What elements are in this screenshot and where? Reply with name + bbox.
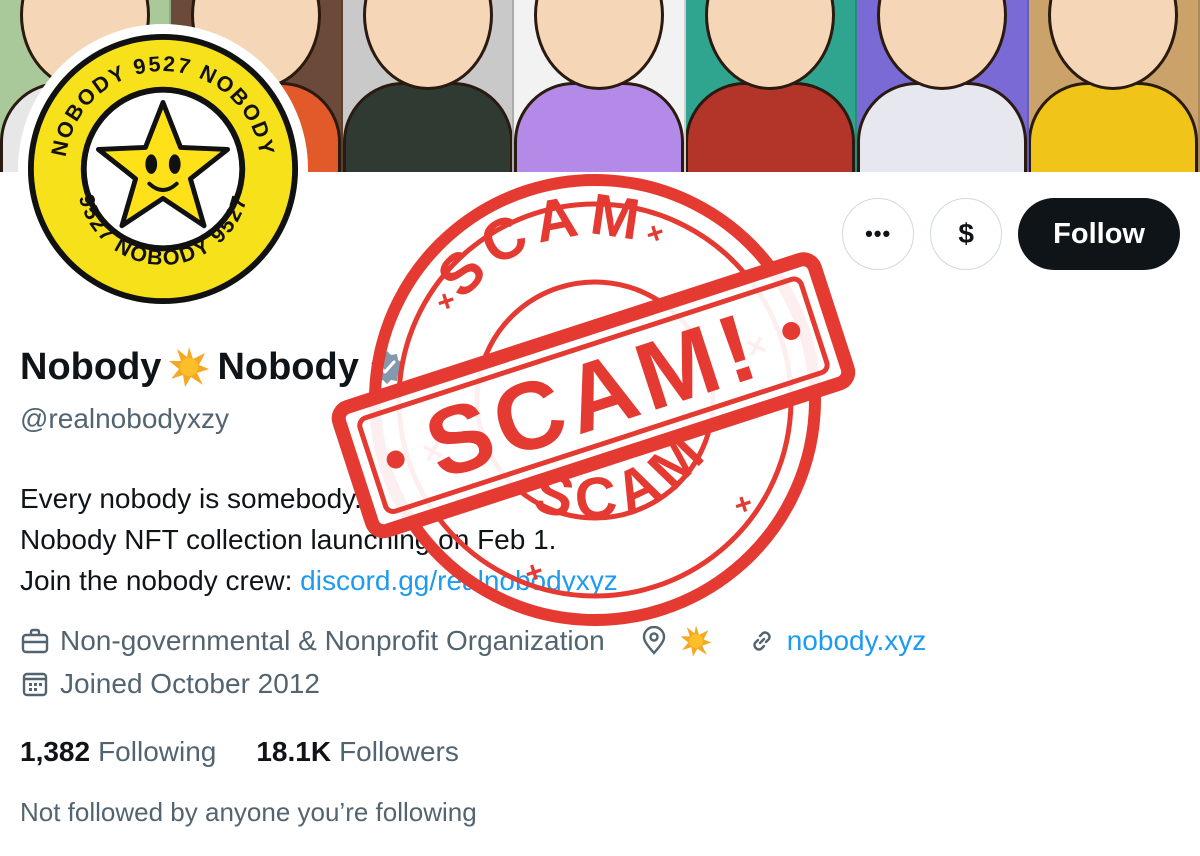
followers-stat[interactable]: 18.1K Followers	[256, 736, 459, 768]
location-item	[639, 624, 713, 658]
more-options-button[interactable]: •••	[842, 198, 915, 270]
svg-text:+: +	[642, 215, 669, 252]
more-icon: •••	[865, 221, 892, 246]
banner-character-face	[1048, 0, 1179, 90]
svg-text:×: ×	[741, 325, 772, 367]
banner-character-face	[705, 0, 836, 90]
svg-text:+: +	[730, 486, 757, 523]
profile-handle: @realnobodyxzy	[20, 403, 229, 434]
sun-emoji-icon	[169, 347, 210, 387]
dollar-icon: $	[958, 218, 974, 249]
following-label: Following	[98, 736, 217, 767]
discord-link[interactable]: discord.gg/realnobodyxyz	[300, 565, 618, 596]
banner-art-3	[342, 0, 515, 172]
joined-item: Joined October 2012	[20, 668, 320, 700]
joined-row: Joined October 2012	[20, 668, 354, 700]
following-count: 1,382	[20, 736, 91, 767]
followers-count: 18.1K	[256, 736, 332, 767]
bio-line-2: Nobody NFT collection launching on Feb 1…	[20, 524, 557, 555]
banner-character-body	[685, 82, 856, 172]
category-item: Non-governmental & Nonprofit Organizatio…	[20, 625, 605, 657]
following-stat[interactable]: 1,382 Following	[20, 736, 216, 768]
bio-line-1: Every nobody is somebody.	[20, 483, 362, 514]
link-icon	[753, 631, 771, 651]
verified-badge-icon[interactable]	[369, 349, 405, 385]
banner-art-7	[1028, 0, 1200, 172]
avatar-logo: NOBODY 9527 NOBODY 9527 NOBODY 9527	[27, 33, 299, 305]
sun-emoji-icon	[680, 625, 712, 657]
svg-text:×: ×	[418, 430, 449, 472]
display-name-part1: Nobody	[20, 345, 162, 388]
website-item[interactable]: nobody.xyz	[747, 625, 927, 657]
banner-art-4	[514, 0, 686, 172]
location-pin-icon	[642, 626, 665, 655]
banner-character-face	[533, 0, 664, 90]
banner-character-face	[362, 0, 493, 90]
stamp-center-text: SCAM!	[413, 292, 774, 500]
banner-art-6	[857, 0, 1029, 172]
tip-button[interactable]: $	[930, 198, 1003, 270]
calendar-icon	[22, 672, 48, 697]
profile-meta-row: Non-governmental & Nonprofit Organizatio…	[20, 624, 960, 658]
followers-label: Followers	[339, 736, 459, 767]
briefcase-icon	[21, 628, 49, 654]
banner-character-body	[342, 82, 513, 172]
profile-bio: Every nobody is somebody. Nobody NFT col…	[20, 478, 618, 601]
not-followed-notice: Not followed by anyone you’re following	[20, 797, 477, 827]
joined-text: Joined October 2012	[60, 668, 320, 699]
profile-avatar[interactable]: NOBODY 9527 NOBODY 9527 NOBODY 9527	[18, 24, 308, 314]
banner-character-face	[876, 0, 1007, 90]
svg-text:+: +	[433, 283, 460, 320]
bio-line-3: Join the nobody crew: discord.gg/realnob…	[20, 560, 618, 601]
profile-actions: ••• $ Follow	[842, 198, 1180, 270]
banner-art-5	[685, 0, 858, 172]
banner-character-body	[1028, 82, 1198, 172]
stamp-top-text: SCAM	[413, 155, 669, 319]
svg-text:SCAM: SCAM	[413, 160, 669, 319]
banner-character-body	[514, 82, 684, 172]
banner-character-body	[857, 82, 1027, 172]
website-link[interactable]: nobody.xyz	[787, 625, 927, 657]
category-text: Non-governmental & Nonprofit Organizatio…	[60, 625, 605, 656]
follow-stats: 1,382 Following 18.1K Followers	[20, 736, 459, 768]
display-name: Nobody Nobody	[20, 345, 405, 389]
follow-button[interactable]: Follow	[1018, 198, 1180, 270]
bio-line-3-prefix: Join the nobody crew:	[20, 565, 301, 596]
display-name-part2: Nobody	[217, 345, 359, 388]
